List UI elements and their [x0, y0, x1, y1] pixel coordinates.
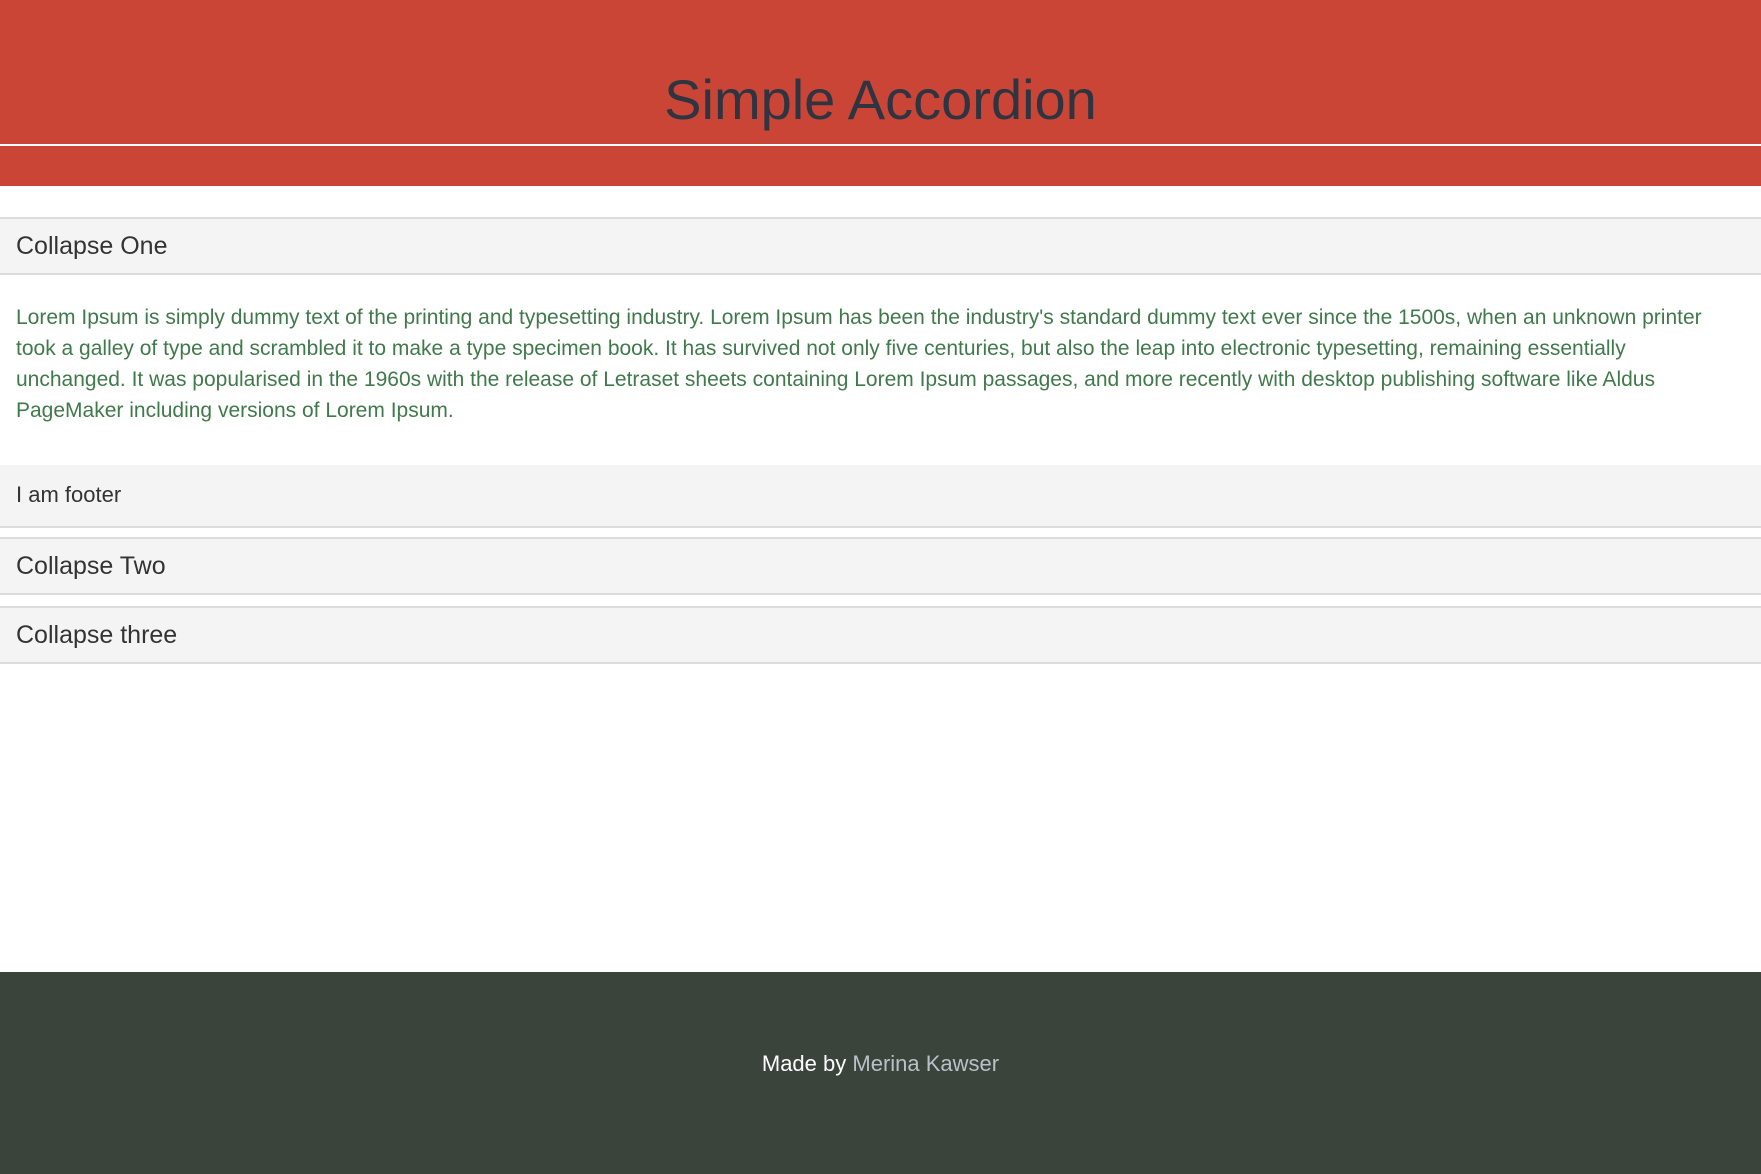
page-header: Simple Accordion	[0, 0, 1761, 186]
panel-footer-text: I am footer	[16, 482, 122, 507]
page-title: Simple Accordion	[664, 68, 1097, 131]
footer-credit: Made by Merina Kawser	[0, 1048, 1761, 1080]
accordion-toggle-collapse-one[interactable]: Collapse One	[16, 219, 167, 273]
page: Simple Accordion Collapse One Lorem Ipsu…	[0, 0, 1761, 1174]
site-footer: Made by Merina Kawser	[0, 972, 1761, 1174]
accordion-heading-collapse-one[interactable]: Collapse One	[0, 217, 1761, 275]
accordion-toggle-collapse-two[interactable]: Collapse Two	[16, 539, 166, 593]
accordion-heading-collapse-two[interactable]: Collapse Two	[0, 537, 1761, 595]
accordion-toggle-collapse-three[interactable]: Collapse three	[16, 608, 177, 662]
accordion-panel-footer: I am footer	[0, 465, 1761, 528]
accordion-body-collapse-one: Lorem Ipsum is simply dummy text of the …	[16, 306, 1702, 422]
header-divider	[0, 144, 1761, 146]
accordion-heading-collapse-three[interactable]: Collapse three	[0, 606, 1761, 664]
footer-credit-prefix: Made by	[761, 1051, 847, 1076]
footer-author-link[interactable]: Merina Kawser	[852, 1051, 999, 1076]
